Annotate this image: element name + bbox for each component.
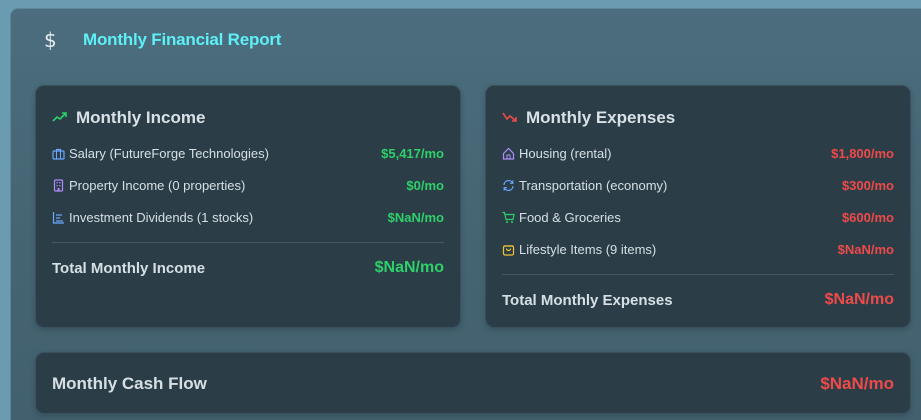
expense-item-label: Transportation (economy): [519, 177, 668, 193]
income-item-value: $5,417/mo: [381, 145, 444, 161]
home-icon: [502, 147, 515, 160]
dollar-icon: $: [44, 28, 57, 52]
income-item-label: Investment Dividends (1 stocks): [69, 209, 254, 225]
income-title-text: Monthly Income: [76, 108, 206, 127]
expense-row-lifestyle: Lifestyle Items (9 items) $NaN/mo: [502, 240, 894, 258]
expense-row-transport: Transportation (economy) $300/mo: [502, 176, 894, 194]
income-row-salary: Salary (FutureForge Technologies) $5,417…: [52, 144, 444, 162]
expenses-title-text: Monthly Expenses: [526, 108, 676, 127]
cashflow-value: $NaN/mo: [820, 374, 894, 393]
expense-item-label: Food & Groceries: [519, 209, 621, 225]
cashflow-label: Monthly Cash Flow: [52, 374, 207, 393]
expense-item-value: $1,800/mo: [831, 145, 894, 161]
expense-item-value: $600/mo: [841, 209, 894, 225]
refresh-icon: [502, 179, 515, 192]
briefcase-icon: [52, 147, 65, 160]
expense-row-housing: Housing (rental) $1,800/mo: [502, 144, 894, 162]
cashflow-card: Monthly Cash Flow $NaN/mo: [35, 352, 911, 414]
income-row-dividends: Investment Dividends (1 stocks) $NaN/mo: [52, 208, 444, 226]
income-row-property: Property Income (0 properties) $0/mo: [52, 176, 444, 194]
report-header: $ Monthly Financial Report: [44, 28, 281, 52]
income-item-value: $0/mo: [406, 177, 444, 193]
income-item-label: Salary (FutureForge Technologies): [69, 145, 269, 161]
income-total-label: Total Monthly Income: [52, 259, 206, 277]
expense-item-label: Lifestyle Items (9 items): [519, 241, 657, 257]
building-icon: [52, 178, 65, 192]
income-total-row: Total Monthly Income $NaN/mo: [52, 257, 444, 279]
income-card-title: Monthly Income: [52, 108, 205, 128]
income-item-value: $NaN/mo: [387, 209, 444, 225]
trending-down-icon: [502, 111, 520, 125]
expenses-card: Monthly Expenses Housing (rental) $1,800…: [485, 85, 911, 328]
expense-item-value: $NaN/mo: [837, 241, 894, 257]
cashflow-row: Monthly Cash Flow $NaN/mo: [52, 373, 894, 395]
income-card: Monthly Income Salary (FutureForge Techn…: [35, 85, 461, 328]
income-item-label: Property Income (0 properties): [69, 177, 246, 193]
income-total-value: $NaN/mo: [374, 259, 444, 276]
expenses-total-value: $NaN/mo: [824, 291, 894, 308]
cart-icon: [502, 211, 515, 224]
trending-up-icon: [52, 111, 70, 125]
expenses-total-label: Total Monthly Expenses: [502, 291, 673, 309]
bag-icon: [502, 243, 515, 256]
expenses-divider: [502, 274, 894, 275]
bar-chart-icon: [52, 211, 65, 224]
expense-item-label: Housing (rental): [519, 145, 612, 161]
expenses-total-row: Total Monthly Expenses $NaN/mo: [502, 289, 894, 311]
expense-row-food: Food & Groceries $600/mo: [502, 208, 894, 226]
expense-item-value: $300/mo: [841, 177, 894, 193]
page-title: Monthly Financial Report: [83, 30, 282, 49]
expenses-card-title: Monthly Expenses: [502, 108, 675, 128]
income-divider: [52, 242, 444, 243]
